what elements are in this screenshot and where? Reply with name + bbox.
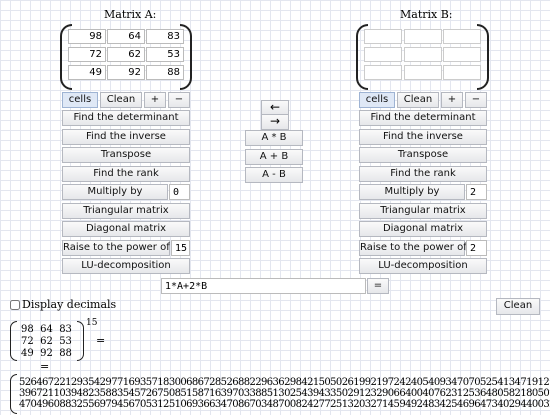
display-decimals-row: Display decimals	[10, 298, 116, 311]
matrix-b-cell-2-2[interactable]	[443, 65, 481, 80]
matrix-b-diagonal-button[interactable]: Diagonal matrix	[359, 221, 487, 237]
matrix-b-multiply-input[interactable]	[466, 184, 487, 200]
matrix-b-cell-1-0[interactable]	[364, 47, 402, 62]
result-equals-below: =	[40, 360, 50, 373]
matrix-b-remove-row-button[interactable]: −	[465, 92, 487, 108]
matrix-b-cell-1-2[interactable]	[443, 47, 481, 62]
matrix-b-lu-button[interactable]: LU-decomposition	[359, 258, 487, 274]
evaluate-button[interactable]: =	[367, 278, 389, 294]
matrix-b-cell-0-1[interactable]	[404, 29, 442, 44]
matrix-b-cell-1-1[interactable]	[404, 47, 442, 62]
display-decimals-checkbox[interactable]	[10, 299, 20, 310]
result-exponent: 15	[86, 318, 98, 328]
copy-a-to-b-button[interactable]: →	[261, 114, 289, 130]
result-expr-cell: 83	[59, 324, 72, 335]
matrix-a-multiply-input[interactable]	[169, 184, 190, 200]
matrix-a-cell-2-2[interactable]	[146, 65, 184, 80]
matrix-a-remove-row-button[interactable]: −	[168, 92, 190, 108]
result-equals: =	[96, 334, 106, 347]
matrix-b-cell-2-0[interactable]	[364, 65, 402, 80]
a-minus-b-button[interactable]: A - B	[245, 167, 303, 183]
result-clean-button[interactable]: Clean	[496, 298, 540, 315]
result-expr-cell: 88	[59, 348, 72, 359]
matrix-b-multiply-button[interactable]: Multiply by	[359, 184, 465, 200]
matrix-a-clean-button[interactable]: Clean	[100, 92, 142, 108]
result-expr-cell: 49	[21, 348, 34, 359]
matrix-a-cell-1-1[interactable]	[107, 47, 145, 62]
a-plus-b-button[interactable]: A + B	[245, 149, 303, 165]
result-left-paren	[10, 374, 17, 414]
result-expr-cell: 98	[21, 324, 34, 335]
matrix-b-inverse-button[interactable]: Find the inverse	[359, 129, 487, 145]
expression-input[interactable]	[161, 278, 366, 294]
matrix-b-power-button[interactable]: Raise to the power of	[359, 240, 467, 256]
matrix-b-cell-0-2[interactable]	[443, 29, 481, 44]
result-expr-cell: 53	[59, 336, 72, 347]
matrix-a-inverse-button[interactable]: Find the inverse	[62, 129, 190, 145]
result-row-1: 3967211039482358835457267508515871639703…	[19, 388, 550, 399]
result-expr-cell: 64	[40, 324, 53, 335]
matrix-b-power-input[interactable]	[466, 240, 487, 256]
arrow-right-icon: →	[269, 114, 281, 128]
a-times-b-button[interactable]: A * B	[245, 130, 303, 146]
matrix-a-cell-0-1[interactable]	[107, 29, 145, 44]
result-expr-cell: 92	[40, 348, 53, 359]
matrix-a-rank-button[interactable]: Find the rank	[62, 166, 190, 182]
matrix-a-cell-1-0[interactable]	[68, 47, 106, 62]
matrix-a-diagonal-button[interactable]: Diagonal matrix	[62, 221, 190, 237]
result-expr-row-2: 49 92 88	[21, 348, 72, 359]
matrix-a-lu-button[interactable]: LU-decomposition	[62, 258, 190, 274]
matrix-a-cell-2-0[interactable]	[68, 65, 106, 80]
matrix-a-cell-0-2[interactable]	[146, 29, 184, 44]
matrix-a-transpose-button[interactable]: Transpose	[62, 147, 190, 163]
result-expr-left-paren	[10, 321, 17, 361]
result-expr-cell: 72	[21, 336, 34, 347]
matrix-b-title: Matrix B:	[400, 8, 453, 21]
matrix-b-rank-button[interactable]: Find the rank	[359, 166, 487, 182]
matrix-b-cells-button[interactable]: cells	[359, 92, 395, 108]
matrix-b-add-row-button[interactable]: +	[441, 92, 463, 108]
matrix-a-cell-0-0[interactable]	[68, 29, 106, 44]
arrow-left-icon: ←	[269, 100, 281, 114]
result-expr-right-paren	[77, 321, 84, 361]
matrix-a-multiply-button[interactable]: Multiply by	[62, 184, 168, 200]
matrix-a-triangular-button[interactable]: Triangular matrix	[62, 203, 190, 219]
result-expr-row-0: 98 64 83	[21, 324, 72, 335]
result-row-0: 5264672212935429771693571830068672852688…	[19, 377, 550, 388]
matrix-a-determinant-button[interactable]: Find the determinant	[62, 110, 190, 126]
matrix-a-title: Matrix A:	[104, 8, 157, 21]
matrix-a-add-row-button[interactable]: +	[144, 92, 166, 108]
result-expr-cell: 62	[40, 336, 53, 347]
display-decimals-label: Display decimals	[22, 298, 117, 311]
matrix-b-cell-0-0[interactable]	[364, 29, 402, 44]
matrix-a-cell-2-1[interactable]	[107, 65, 145, 80]
matrix-a-power-input[interactable]	[171, 240, 190, 256]
result-matrix: 5264672212935429771693571830068672852688…	[19, 377, 550, 410]
matrix-a-power-button[interactable]: Raise to the power of	[62, 240, 170, 256]
matrix-a-cells-button[interactable]: cells	[62, 92, 98, 108]
result-row-2: 4704960883255697945670531251069366347086…	[19, 399, 550, 410]
matrix-b-clean-button[interactable]: Clean	[397, 92, 439, 108]
matrix-a-cell-1-2[interactable]	[146, 47, 184, 62]
matrix-b-determinant-button[interactable]: Find the determinant	[359, 110, 487, 126]
matrix-b-transpose-button[interactable]: Transpose	[359, 147, 487, 163]
result-expr-row-1: 72 62 53	[21, 336, 72, 347]
matrix-b-cell-2-1[interactable]	[404, 65, 442, 80]
matrix-b-triangular-button[interactable]: Triangular matrix	[359, 203, 487, 219]
